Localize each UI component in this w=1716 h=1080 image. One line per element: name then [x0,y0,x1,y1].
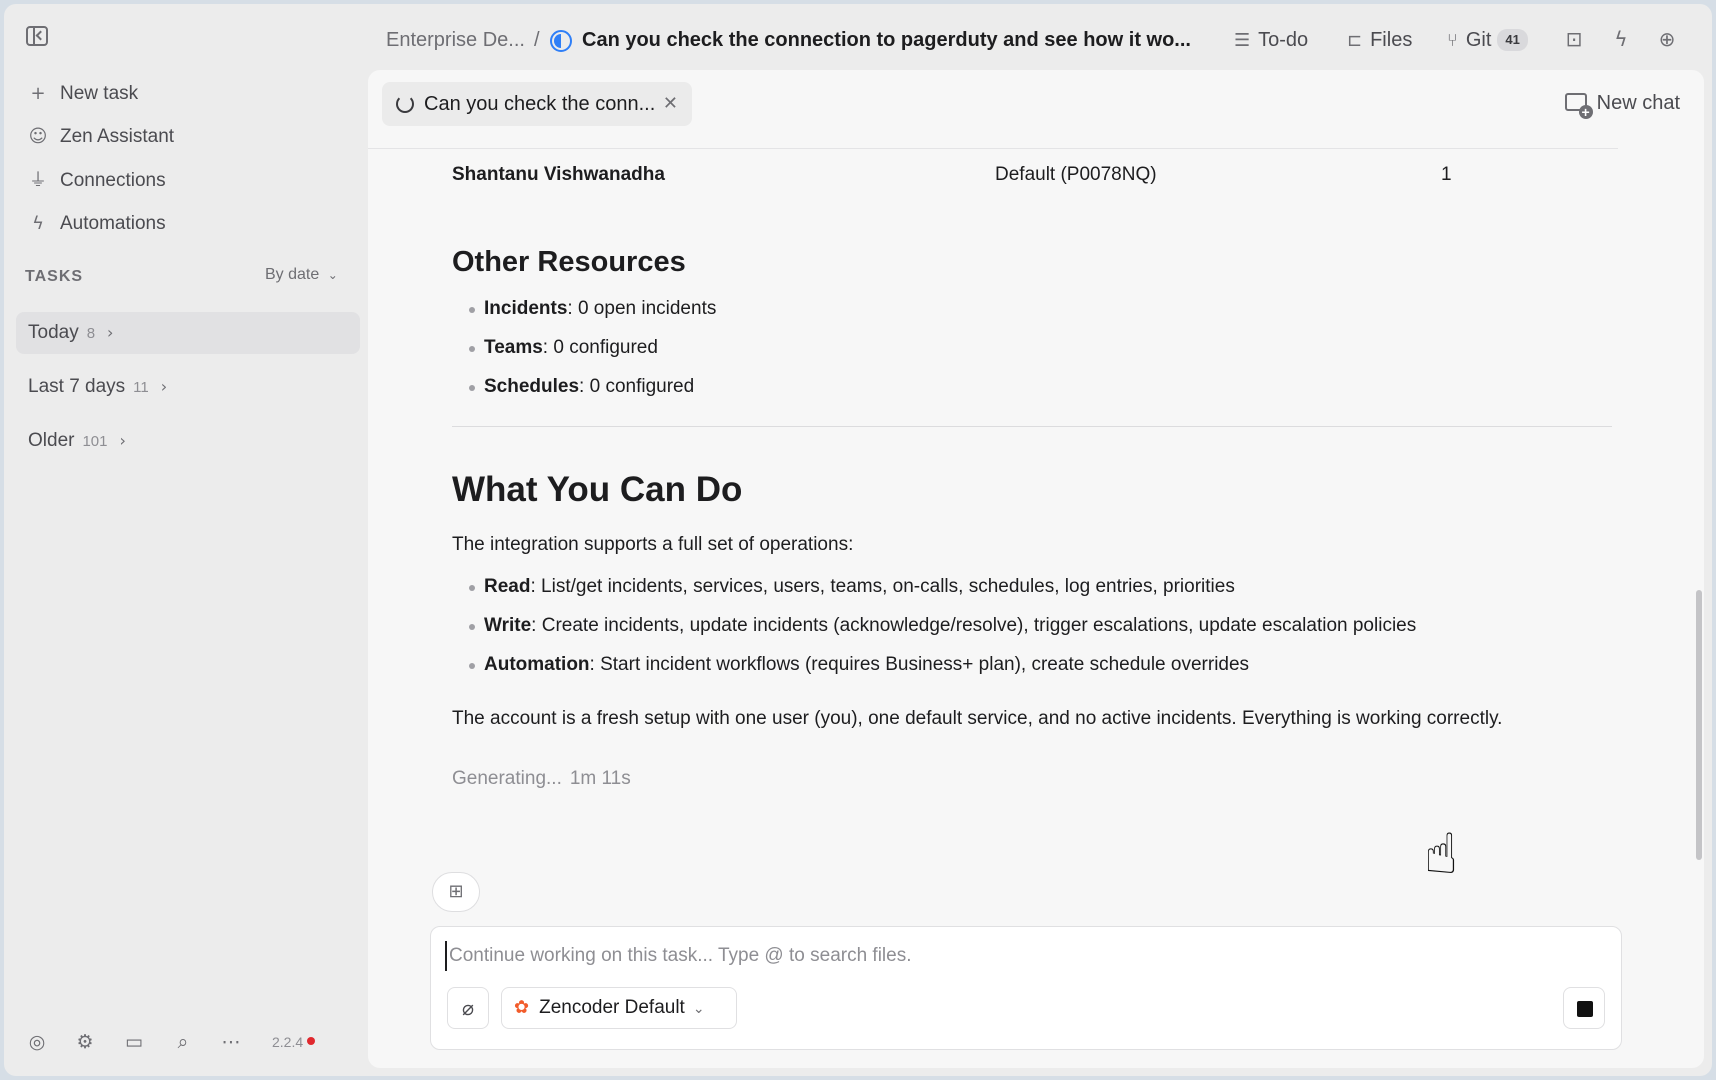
stop-button[interactable] [1563,987,1605,1029]
main-panel: Can you check the conn... ✕ New chat Sha… [368,70,1704,1068]
generating-label: Generating... [452,768,562,789]
git-changes-badge: 41 [1497,29,1528,51]
version-indicator[interactable]: 2.2.4 [272,1034,316,1050]
git-button[interactable]: ⑂ Git 41 [1447,26,1528,54]
table-cell-count: 1 [1441,164,1452,185]
divider [452,426,1612,427]
operations-list: Read: List/get incidents, services, user… [452,574,1416,678]
model-select[interactable]: ✿ Zencoder Default ⌄ [501,987,737,1029]
list-item: Write: Create incidents, update incident… [452,613,1416,639]
message-input[interactable] [445,941,1595,971]
gamepad-icon[interactable]: ⊞ [432,872,480,912]
sidebar-item-automations[interactable]: ϟ Automations [26,209,166,239]
files-label: Files [1370,29,1413,51]
list-item: Incidents: 0 open incidents [452,296,716,322]
sidebar-item-label: New task [60,83,139,104]
new-chat-label: New chat [1596,92,1680,114]
table-cell-name: Shantanu Vishwanadha [452,164,665,185]
lightning-icon[interactable]: ϟ [1608,26,1634,52]
hand-pointer-cursor-icon: ☝ [1424,822,1459,887]
sort-label: By date [265,266,320,283]
close-icon[interactable]: ✕ [663,82,678,126]
section-heading-what-you-can-do: What You Can Do [452,470,743,509]
search-icon[interactable]: ⌕ [170,1029,196,1055]
chevron-right-icon: › [107,323,114,342]
generating-status: Generating... 1m 11s [452,768,631,790]
task-group-today[interactable]: Today 8 › [16,312,360,354]
terminal-icon[interactable]: ⊡ [1561,26,1587,52]
list-item: Schedules: 0 configured [452,374,716,400]
task-group-count: 101 [82,433,108,450]
update-dot-icon [307,1037,316,1045]
sidebar-item-zen-assistant[interactable]: ☺ Zen Assistant [26,122,174,152]
git-branch-icon: ⑂ [1447,30,1458,51]
breadcrumb-task-title: Can you check the connection to pagerdut… [582,29,1191,51]
model-select-label: Zencoder Default [539,997,685,1018]
chevron-down-icon: ⌄ [327,268,338,282]
globe-icon[interactable]: ⊕ [1654,26,1680,52]
new-chat-icon [1564,93,1593,119]
plug-icon: ⏚ [29,170,47,191]
composer: ⌀ ✿ Zencoder Default ⌄ [430,926,1622,1050]
task-group-label: Today [28,322,79,343]
loading-spinner-icon [396,95,414,113]
sort-dropdown[interactable]: By date ⌄ [265,266,338,284]
chat-tab-label: Can you check the conn... [424,93,656,115]
paperclip-icon[interactable]: ⌀ [447,987,489,1029]
file-tree-icon: ⊏ [1347,30,1363,51]
robot-icon: ☺ [28,126,48,147]
app-window: Enterprise De... / Can you check the con… [4,4,1712,1076]
chevron-down-icon: ⌄ [692,1001,705,1017]
chevron-right-icon: › [119,431,126,450]
sidebar-item-label: Automations [60,213,166,234]
plus-icon: + [30,83,46,104]
tasks-section-header: TASKS [25,268,84,285]
table-divider [368,148,1618,149]
version-label: 2.2.4 [272,1034,304,1050]
task-group-label: Last 7 days [28,376,126,397]
sidebar-toggle-icon[interactable] [26,26,48,46]
task-group-count: 11 [133,379,149,396]
elapsed-time: 1m 11s [569,768,631,789]
list-item: Read: List/get incidents, services, user… [452,574,1416,600]
other-resources-list: Incidents: 0 open incidents Teams: 0 con… [452,296,716,400]
todo-label: To-do [1258,29,1309,51]
scrollbar[interactable] [1696,590,1702,860]
task-group-label: Older [28,430,75,451]
zencoder-logo-icon: ✿ [514,997,530,1018]
more-icon[interactable]: ⋯ [218,1029,244,1055]
list-item: Teams: 0 configured [452,335,716,361]
list-item: Automation: Start incident workflows (re… [452,652,1416,678]
sidebar-item-label: Zen Assistant [60,126,175,147]
sidebar-item-connections[interactable]: ⏚ Connections [26,166,166,196]
top-bar: Enterprise De... / Can you check the con… [4,4,1712,68]
intro-text: The integration supports a full set of o… [452,534,854,555]
summary-text: The account is a fresh setup with one us… [452,708,1503,729]
task-group-older[interactable]: Older 101 › [16,420,360,462]
chevron-right-icon: › [160,377,168,396]
account-icon[interactable]: ◎ [24,1029,50,1055]
new-chat-button[interactable]: New chat [1564,92,1680,119]
bolt-icon: ϟ [32,213,44,234]
task-group-last-7-days[interactable]: Last 7 days 11 › [16,366,360,408]
task-group-count: 8 [86,325,96,342]
files-button[interactable]: ⊏ Files [1347,26,1412,54]
chat-icon[interactable]: ▭ [121,1029,147,1055]
todo-button[interactable]: ☰ To-do [1234,26,1308,54]
chat-tab[interactable]: Can you check the conn... ✕ [382,82,692,126]
sidebar-item-new-task[interactable]: + New task [26,79,138,109]
breadcrumb-project[interactable]: Enterprise De... [386,26,525,54]
git-label: Git [1465,29,1492,51]
task-status-icon [550,30,572,52]
gear-icon[interactable]: ⚙ [72,1029,98,1055]
checklist-icon: ☰ [1234,30,1251,51]
sidebar-item-label: Connections [60,170,166,191]
breadcrumb-separator: / [534,29,540,51]
section-heading-other-resources: Other Resources [452,246,686,278]
table-cell-policy: Default (P0078NQ) [995,164,1157,185]
